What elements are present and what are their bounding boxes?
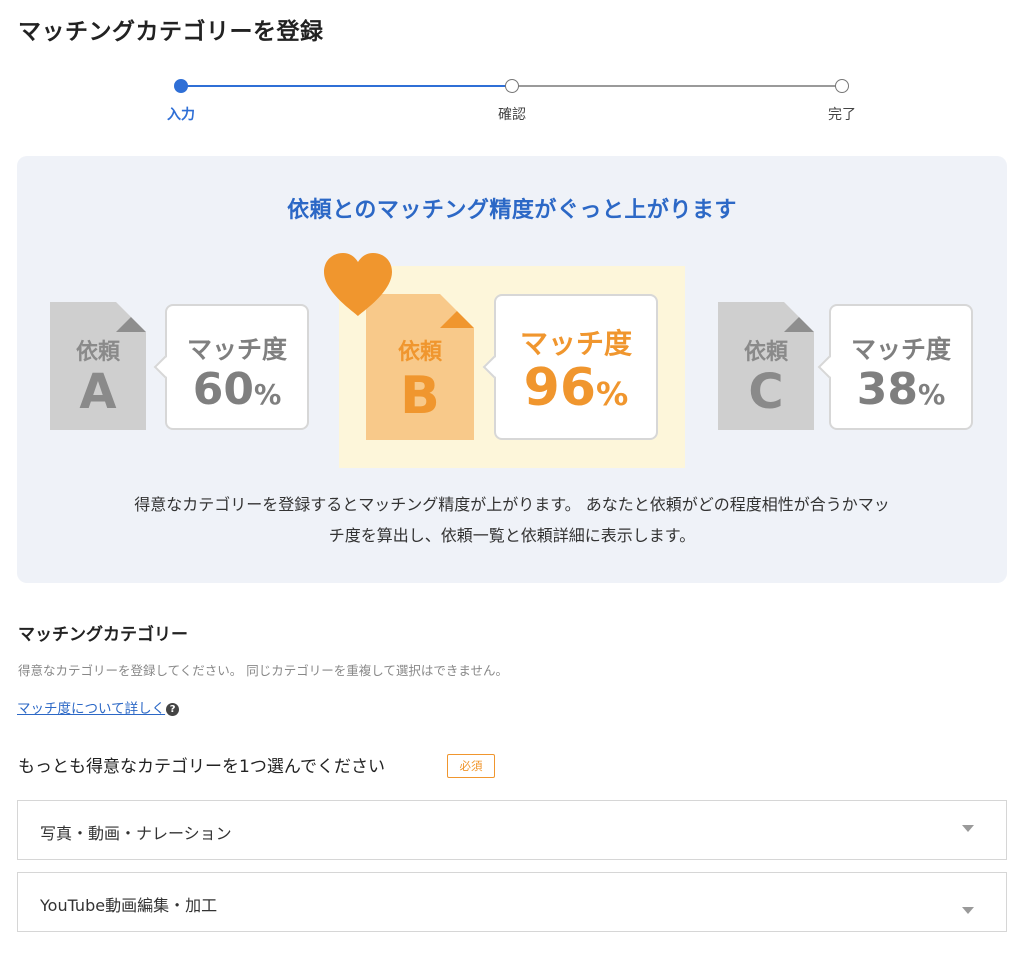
request-doc-c: 依頼 C	[718, 302, 814, 430]
category-question: もっとも得意なカテゴリーを1つ選んでください	[18, 757, 385, 777]
step-label-confirm: 確認	[498, 107, 526, 123]
match-label: マッチ度	[186, 335, 287, 364]
match-value: 60%	[192, 364, 282, 415]
doc-word: 依頼	[743, 340, 788, 365]
step-dot-input	[174, 79, 188, 93]
panel-description: 得意なカテゴリーを登録するとマッチング精度が上がります。 あなたと依頼がどの程度…	[57, 489, 967, 551]
description-line-2: チ度を算出し、依頼一覧と依頼詳細に表示します。	[328, 526, 696, 545]
progress-stepper: 入力 確認 完了	[0, 74, 1024, 134]
chevron-down-icon	[962, 825, 974, 832]
match-help-link[interactable]: マッチ度について詳しく?	[17, 697, 180, 717]
question-circle-icon: ?	[166, 703, 180, 716]
category-select-2[interactable]: YouTube動画編集・加工	[17, 872, 1007, 932]
heart-icon	[324, 253, 392, 316]
step-dot-complete	[835, 79, 849, 93]
chevron-down-icon	[962, 907, 974, 914]
panel-heading: 依頼とのマッチング精度がぐっと上がります	[287, 198, 737, 223]
page-title: マッチングカテゴリーを登録	[18, 19, 324, 45]
step-label-complete: 完了	[828, 107, 856, 123]
doc-letter: A	[79, 364, 117, 420]
step-label-input: 入力	[167, 107, 195, 123]
request-doc-a: 依頼 A	[50, 302, 146, 430]
match-label: マッチ度	[519, 327, 632, 360]
match-label: マッチ度	[850, 335, 951, 364]
select-value: 写真・動画・ナレーション	[40, 824, 232, 843]
matching-info-panel: 依頼とのマッチング精度がぐっと上がります 依頼 A マッチ度 60% 依頼 B …	[17, 156, 1007, 583]
match-value: 96%	[523, 358, 629, 418]
step-dot-confirm	[505, 79, 519, 93]
doc-letter: C	[748, 364, 784, 420]
select-value: YouTube動画編集・加工	[40, 896, 218, 915]
doc-letter: B	[400, 366, 440, 426]
stepper-line-completed	[181, 85, 512, 87]
stepper-line-pending	[512, 85, 842, 87]
section-title: マッチングカテゴリー	[18, 625, 188, 645]
required-badge: 必須	[447, 754, 495, 778]
description-line-1: 得意なカテゴリーを登録するとマッチング精度が上がります。 あなたと依頼がどの程度…	[134, 495, 890, 514]
doc-word: 依頼	[75, 340, 120, 365]
category-select-1[interactable]: 写真・動画・ナレーション	[17, 800, 1007, 860]
match-value: 38%	[856, 364, 946, 415]
match-bubble-b: マッチ度 96%	[482, 294, 658, 440]
match-bubble-a: マッチ度 60%	[153, 304, 309, 430]
doc-word: 依頼	[397, 340, 442, 365]
section-note: 得意なカテゴリーを登録してください。 同じカテゴリーを重複して選択はできません。	[18, 663, 508, 678]
match-bubble-c: マッチ度 38%	[817, 304, 973, 430]
